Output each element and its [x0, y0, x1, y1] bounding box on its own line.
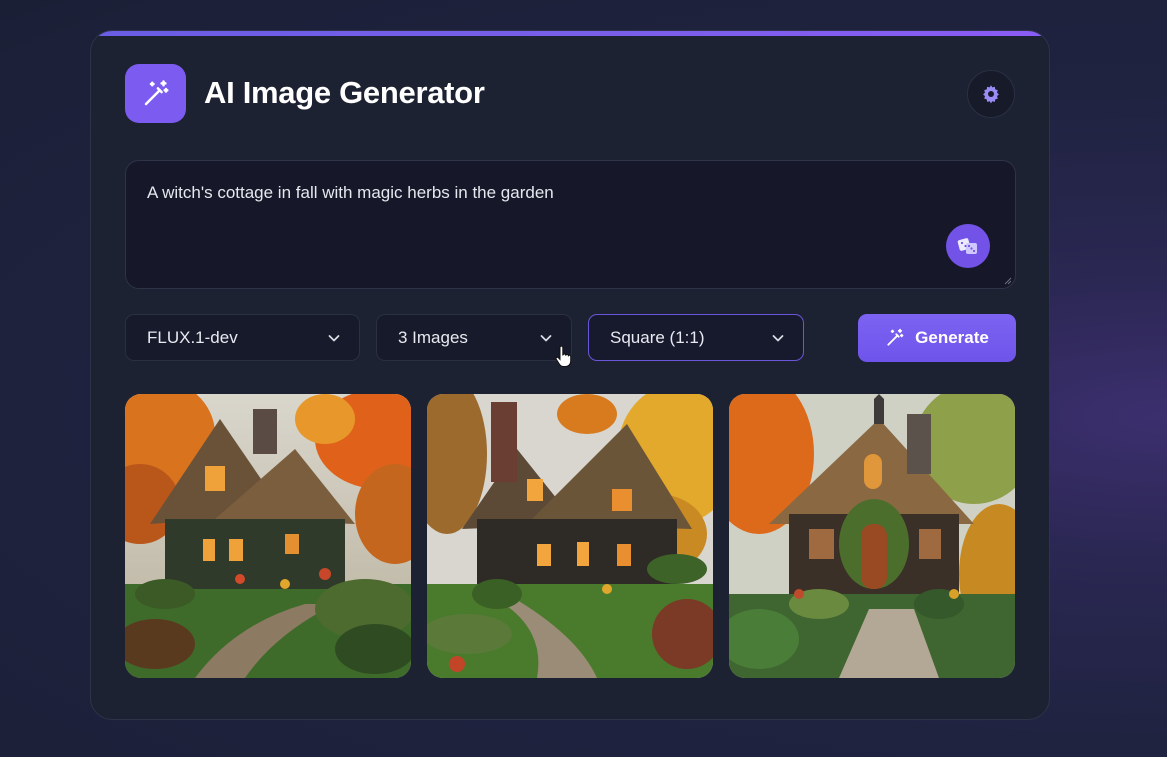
- app-logo: [125, 64, 186, 123]
- prompt-textarea[interactable]: A witch's cottage in fall with magic her…: [125, 160, 1016, 289]
- model-select-value: FLUX.1-dev: [147, 327, 238, 347]
- pointer-cursor-icon: [555, 346, 571, 367]
- aspect-ratio-select-value: Square (1:1): [610, 327, 705, 347]
- generated-image-1[interactable]: [125, 394, 411, 678]
- random-prompt-button[interactable]: [946, 224, 990, 268]
- card-accent-bar: [91, 31, 1049, 36]
- cottage-image: [427, 394, 713, 678]
- dice-icon: [957, 238, 977, 254]
- cottage-image: [125, 394, 411, 678]
- page-title: AI Image Generator: [204, 75, 485, 110]
- model-select[interactable]: FLUX.1-dev: [125, 314, 360, 361]
- prompt-text[interactable]: A witch's cottage in fall with magic her…: [147, 183, 554, 203]
- generate-button[interactable]: Generate: [858, 314, 1016, 362]
- chevron-down-icon: [540, 334, 552, 341]
- gear-icon: [983, 85, 999, 104]
- chevron-down-icon: [328, 334, 340, 341]
- cottage-image: [729, 394, 1015, 678]
- chevron-down-icon: [772, 334, 784, 341]
- aspect-ratio-select[interactable]: Square (1:1): [588, 314, 804, 361]
- generated-image-3[interactable]: [729, 394, 1015, 678]
- magic-wand-icon: [887, 328, 904, 346]
- image-count-select[interactable]: 3 Images: [376, 314, 572, 361]
- generated-image-2[interactable]: [427, 394, 713, 678]
- resize-grip-icon[interactable]: [1004, 277, 1012, 285]
- magic-wand-icon: [144, 79, 168, 105]
- image-count-select-value: 3 Images: [398, 327, 468, 347]
- generate-button-label: Generate: [915, 328, 989, 347]
- settings-button[interactable]: [967, 70, 1015, 118]
- generator-card: AI Image Generator A witch's cottage in …: [90, 30, 1050, 720]
